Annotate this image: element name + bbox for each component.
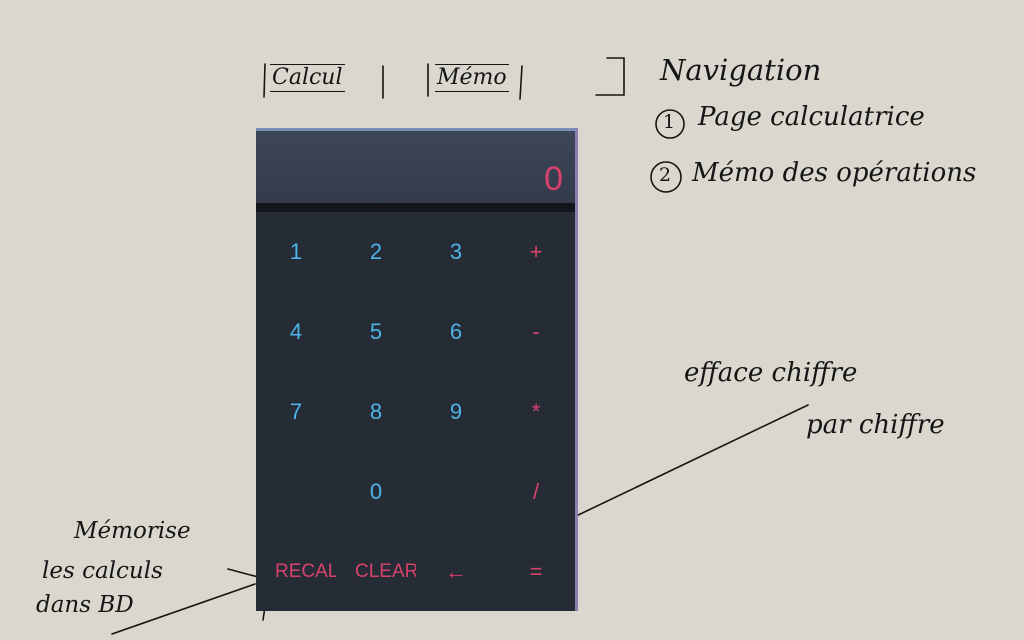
- digit-8-button[interactable]: 8: [336, 372, 416, 452]
- tab-memo-right-bar: [519, 65, 523, 100]
- digit-3-button[interactable]: 3: [416, 212, 496, 292]
- digit-4-button[interactable]: 4: [256, 292, 336, 372]
- navigation-bracket: [595, 57, 625, 96]
- digit-9-button[interactable]: 9: [416, 372, 496, 452]
- backspace-button[interactable]: ←: [416, 532, 496, 611]
- display-value: 0: [544, 160, 563, 198]
- tab-memo[interactable]: Mémo: [435, 60, 509, 96]
- recall-note-line3: dans BD: [36, 592, 134, 618]
- digit-0-button[interactable]: 0: [336, 452, 416, 532]
- divide-button[interactable]: /: [496, 452, 575, 532]
- nav-item-1-number: 1: [663, 111, 676, 133]
- digit-5-button[interactable]: 5: [336, 292, 416, 372]
- recall-note-line1: Mémorise: [74, 518, 191, 544]
- recall-button[interactable]: RECAL: [256, 532, 336, 611]
- calculator-keypad: 1 2 3 +4 5 6- 7 8 9 * 0 / RECAL CLEAR ← =: [256, 212, 575, 611]
- digit-1-button[interactable]: 1: [256, 212, 336, 292]
- nav-item-2-number: 2: [659, 164, 672, 186]
- empty-key-slot: [256, 452, 336, 532]
- calculator-display: 0: [256, 131, 575, 203]
- empty-key-slot: [416, 452, 496, 532]
- clear-button[interactable]: CLEAR: [336, 532, 416, 611]
- digit-2-button[interactable]: 2: [336, 212, 416, 292]
- equals-button[interactable]: =: [496, 532, 575, 611]
- calculator: 0 1 2 3 +4 5 6- 7 8 9 * 0 / RECAL CLEAR ← =: [256, 128, 578, 611]
- nav-item-1-text: Page calculatrice: [698, 102, 925, 132]
- subtract-button[interactable]: -: [496, 292, 575, 372]
- recall-note-line2: les calculs: [42, 558, 163, 584]
- display-divider: [256, 203, 575, 212]
- backspace-note-line2: par chiffre: [806, 410, 945, 440]
- tab-calcul-left-bar: [263, 63, 266, 98]
- tab-calcul-label: Calcul: [270, 64, 345, 92]
- navigation-title: Navigation: [660, 53, 822, 87]
- tab-calcul[interactable]: Calcul: [270, 60, 345, 96]
- multiply-button[interactable]: *: [496, 372, 575, 452]
- backspace-note-line1: efface chiffre: [684, 358, 858, 388]
- add-button[interactable]: +: [496, 212, 575, 292]
- digit-6-button[interactable]: 6: [416, 292, 496, 372]
- tab-memo-label: Mémo: [435, 64, 509, 92]
- nav-item-2-text: Mémo des opérations: [692, 158, 977, 188]
- digit-7-button[interactable]: 7: [256, 372, 336, 452]
